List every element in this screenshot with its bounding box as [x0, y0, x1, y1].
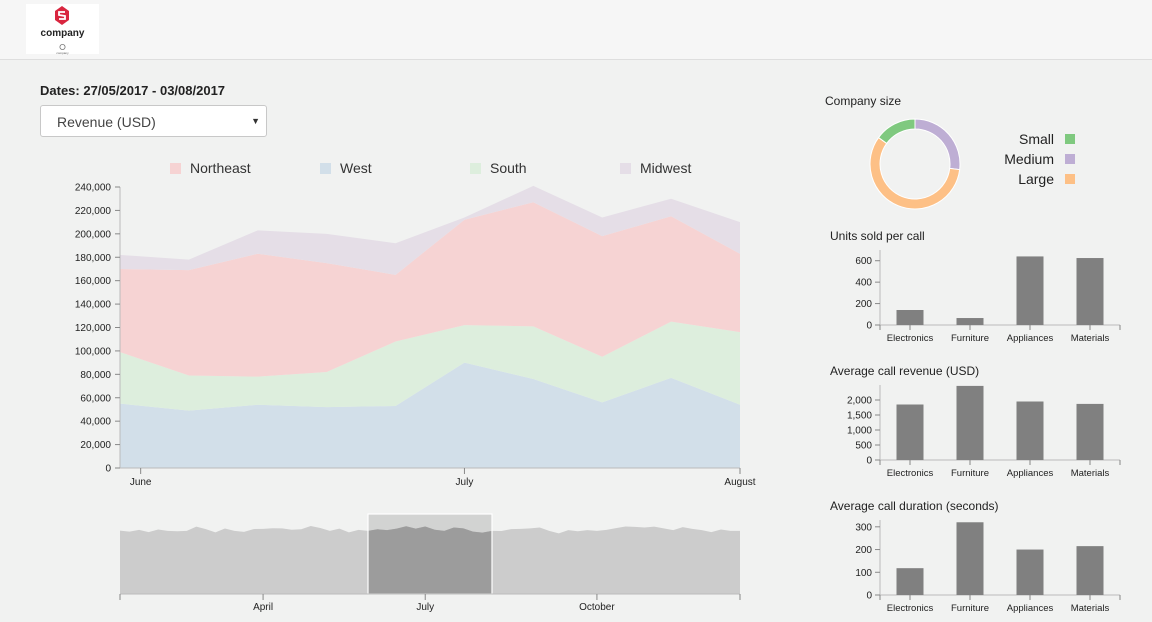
bar-y-tick-label: 200	[855, 299, 872, 310]
metric-select-value: Revenue (USD)	[57, 114, 156, 130]
bar-furniture	[956, 522, 984, 595]
y-tick-label: 160,000	[75, 276, 112, 287]
avg-revenue-bar-chart: 0 500 1,000 1,500 2,000 Electronics Furniture A…	[847, 385, 1121, 479]
chevron-down-icon: ▼	[251, 116, 260, 126]
bar-x-tick-label: Appliances	[1007, 468, 1054, 479]
x-tick-label: August	[724, 477, 755, 488]
legend-label-south: South	[490, 160, 527, 176]
revenue-area-chart: Northeast West South Midwest 0 20,000 40,000 6…	[75, 160, 756, 488]
y-tick-label: 220,000	[75, 206, 112, 217]
legend-swatch-west	[320, 163, 331, 174]
bar-y-tick-label: 2,000	[847, 396, 872, 407]
bar-x-tick-label: Electronics	[887, 333, 934, 344]
bar-x-tick-label: Electronics	[887, 468, 934, 479]
legend-label-west: West	[340, 160, 372, 176]
bar-x-tick-label: Materials	[1071, 603, 1110, 614]
legend-label-northeast: Northeast	[190, 160, 251, 176]
company-size-donut: Small Medium Large	[869, 118, 1075, 210]
bar-materials	[1076, 258, 1104, 325]
donut-legend-swatch-medium	[1065, 154, 1075, 164]
bar-y-tick-label: 1,500	[847, 411, 872, 422]
brush-selection[interactable]	[367, 513, 493, 595]
avg-revenue-title: Average call revenue (USD)	[830, 364, 980, 378]
brush-x-tick-label: April	[253, 602, 273, 613]
logo-name: company	[40, 28, 85, 39]
legend-swatch-midwest	[620, 163, 631, 174]
donut-legend-label-small: Small	[1019, 131, 1054, 147]
donut-slice-small	[877, 118, 916, 145]
bar-appliances	[1016, 256, 1044, 325]
units-sold-bar-chart: 0 200 400 600 Electronics Furniture Appliances…	[855, 250, 1121, 344]
metric-select[interactable]: Revenue (USD) ▼	[40, 105, 267, 137]
bar-y-tick-label: 500	[855, 441, 872, 452]
units-sold-title: Units sold per call	[830, 229, 925, 243]
bar-x-tick-label: Materials	[1071, 468, 1110, 479]
y-tick-label: 80,000	[80, 370, 111, 381]
dates-label: Dates: 27/05/2017 - 03/08/2017	[40, 83, 226, 98]
y-tick-label: 180,000	[75, 253, 112, 264]
main-chart-areas	[120, 185, 740, 468]
bar-y-tick-label: 0	[866, 591, 872, 602]
bar-electronics	[896, 404, 924, 460]
legend-swatch-northeast	[170, 163, 181, 174]
bar-x-tick-label: Furniture	[951, 603, 989, 614]
x-tick-label: July	[456, 477, 474, 488]
y-tick-label: 140,000	[75, 300, 112, 311]
donut-legend-swatch-large	[1065, 174, 1075, 184]
bar-y-tick-label: 0	[866, 456, 872, 467]
x-tick-label: June	[130, 477, 152, 488]
bar-y-tick-label: 1,000	[847, 426, 872, 437]
avg-duration-bar-chart: 0 100 200 300 Electronics Furniture Appliances…	[855, 520, 1121, 614]
bar-appliances	[1016, 401, 1044, 460]
donut-slice-medium	[914, 118, 961, 171]
bar-x-tick-label: Materials	[1071, 333, 1110, 344]
legend-swatch-south	[470, 163, 481, 174]
company-logo[interactable]: company company	[26, 4, 99, 55]
bar-x-tick-label: Furniture	[951, 468, 989, 479]
logo-subtext: company	[56, 51, 69, 55]
logo-ring-icon	[59, 44, 66, 50]
legend-label-midwest: Midwest	[640, 160, 691, 176]
y-tick-label: 120,000	[75, 323, 112, 334]
bar-x-tick-label: Electronics	[887, 603, 934, 614]
bar-furniture	[956, 385, 984, 460]
bar-appliances	[1016, 549, 1044, 595]
bar-furniture	[956, 318, 984, 325]
bar-electronics	[896, 568, 924, 595]
bar-y-tick-label: 600	[855, 256, 872, 267]
donut-legend-label-medium: Medium	[1004, 151, 1054, 167]
bar-y-tick-label: 100	[855, 568, 872, 579]
company-size-title: Company size	[825, 94, 902, 108]
overview-brush-chart[interactable]: April July October	[0, 505, 780, 615]
bar-y-tick-label: 0	[866, 321, 872, 332]
bar-x-tick-label: Appliances	[1007, 603, 1054, 614]
y-tick-label: 0	[105, 464, 111, 475]
y-tick-label: 200,000	[75, 229, 112, 240]
bar-materials	[1076, 546, 1104, 595]
y-tick-label: 60,000	[80, 393, 111, 404]
bar-y-tick-label: 400	[855, 278, 872, 289]
bar-x-tick-label: Furniture	[951, 333, 989, 344]
avg-duration-title: Average call duration (seconds)	[830, 499, 999, 513]
bar-electronics	[896, 310, 924, 325]
y-tick-label: 40,000	[80, 417, 111, 428]
donut-legend-label-large: Large	[1018, 171, 1054, 187]
bar-y-tick-label: 300	[855, 522, 872, 533]
donut-legend-swatch-small	[1065, 134, 1075, 144]
main-chart-legend: Northeast West South Midwest	[170, 160, 691, 176]
y-tick-label: 100,000	[75, 346, 112, 357]
bar-y-tick-label: 200	[855, 545, 872, 556]
bar-x-tick-label: Appliances	[1007, 333, 1054, 344]
y-tick-label: 20,000	[80, 440, 111, 451]
top-bar: company company	[0, 0, 1152, 60]
brush-x-tick-label: July	[416, 602, 434, 613]
logo-mark-icon	[55, 6, 69, 25]
brush-x-tick-label: October	[579, 602, 615, 613]
y-tick-label: 240,000	[75, 183, 112, 194]
bar-materials	[1076, 403, 1104, 460]
